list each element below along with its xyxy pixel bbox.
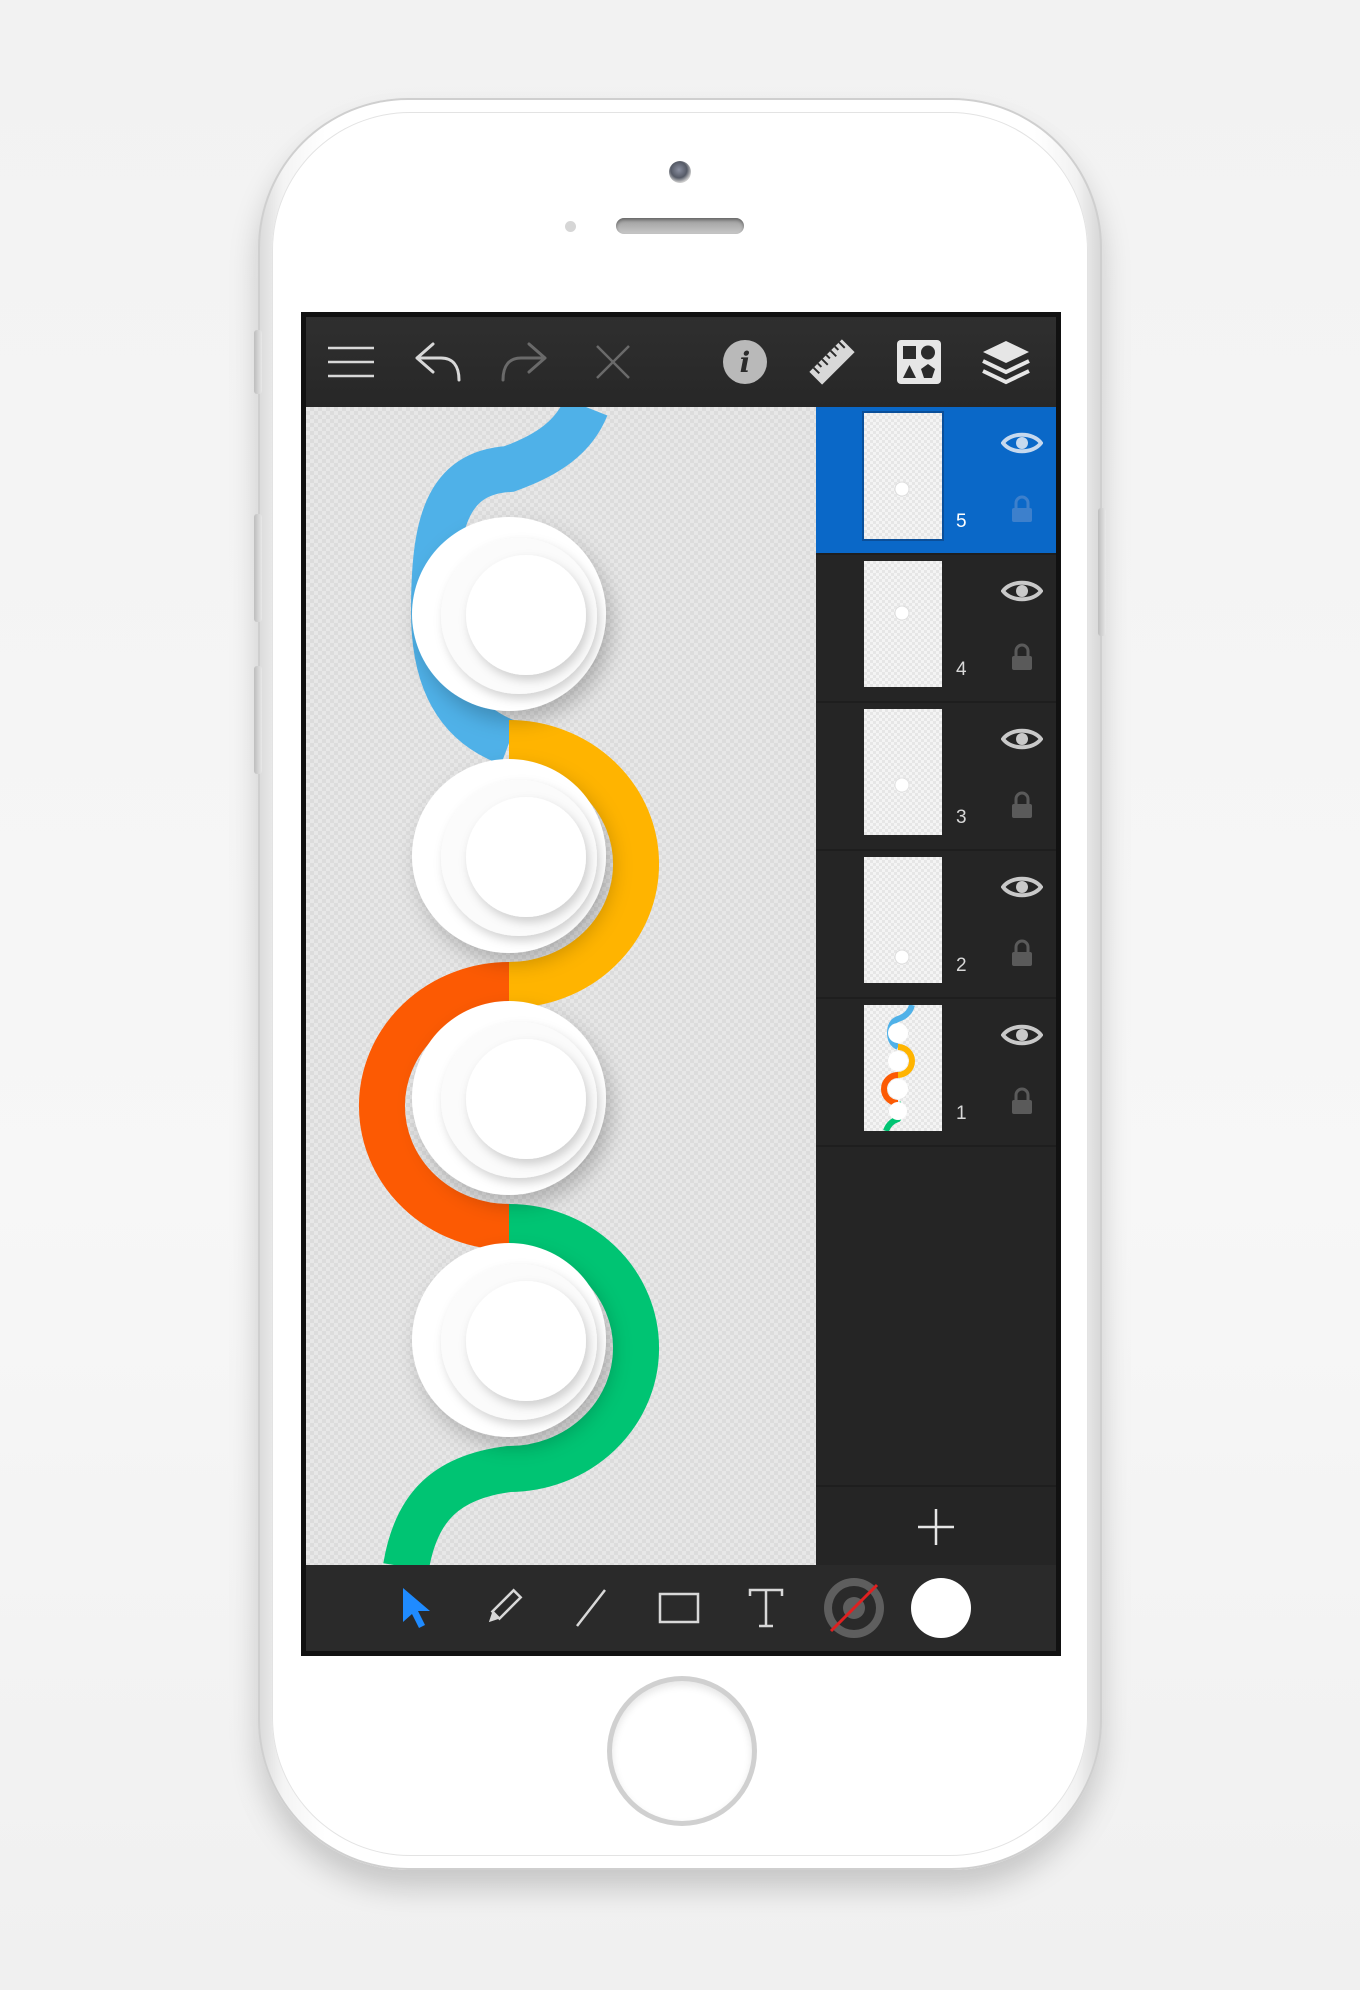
fill-color-icon[interactable]: [910, 1577, 972, 1639]
layer-row-2[interactable]: 2: [816, 851, 1056, 999]
visibility-eye-icon[interactable]: [1001, 1021, 1043, 1049]
circle-node-3: [412, 1001, 606, 1195]
home-button[interactable]: [612, 1681, 752, 1821]
mute-switch: [254, 330, 262, 394]
circle-node-1: [412, 517, 606, 711]
layer-thumbnail: [864, 857, 942, 983]
svg-text:i: i: [740, 346, 751, 379]
layer-number: 4: [956, 659, 967, 680]
layer-thumbnail: [864, 709, 942, 835]
text-T-icon[interactable]: [735, 1577, 797, 1639]
lock-icon[interactable]: [1010, 791, 1034, 819]
layer-thumbnail: [864, 561, 942, 687]
circle-node-4: [412, 1243, 606, 1437]
pencil-icon[interactable]: [472, 1577, 534, 1639]
visibility-eye-icon[interactable]: [1001, 577, 1043, 605]
drawing-canvas[interactable]: [306, 407, 816, 1565]
layer-thumbnail: [864, 413, 942, 539]
redo-arrow-icon[interactable]: [495, 333, 553, 391]
layer-number: 3: [956, 807, 967, 828]
hamburger-menu-icon[interactable]: [322, 333, 380, 391]
top-toolbar: i: [306, 317, 1056, 407]
select-arrow-icon[interactable]: [386, 1577, 448, 1639]
volume-up-button: [254, 514, 262, 622]
layers-panel: 5 4 3 2 1: [816, 407, 1056, 1565]
layer-row-1[interactable]: 1: [816, 999, 1056, 1147]
rectangle-icon[interactable]: [648, 1577, 710, 1639]
stroke-color-icon[interactable]: [823, 1577, 885, 1639]
undo-arrow-icon[interactable]: [409, 333, 467, 391]
power-button: [1098, 508, 1106, 636]
visibility-eye-icon[interactable]: [1001, 725, 1043, 753]
visibility-eye-icon[interactable]: [1001, 873, 1043, 901]
layers-stack-icon[interactable]: [977, 333, 1035, 391]
line-icon[interactable]: [560, 1577, 622, 1639]
info-icon[interactable]: i: [716, 333, 774, 391]
lock-icon[interactable]: [1010, 495, 1034, 523]
lock-icon[interactable]: [1010, 1087, 1034, 1115]
volume-down-button: [254, 666, 262, 774]
lock-icon[interactable]: [1010, 643, 1034, 671]
layer-thumbnail: [864, 1004, 942, 1133]
wave-infographic: [359, 407, 659, 1565]
layer-row-4[interactable]: 4: [816, 555, 1056, 703]
visibility-eye-icon[interactable]: [1001, 429, 1043, 457]
bottom-toolbar: [306, 1565, 1056, 1651]
layer-number: 5: [956, 511, 967, 532]
layer-row-5[interactable]: 5: [816, 407, 1056, 555]
plus-icon: [918, 1509, 954, 1545]
shapes-library-icon[interactable]: [890, 333, 948, 391]
app-screen: i 5 4 3 2 1: [301, 312, 1061, 1656]
lock-icon[interactable]: [1010, 939, 1034, 967]
add-layer-button[interactable]: [816, 1485, 1056, 1567]
layer-number: 1: [956, 1103, 967, 1124]
layer-row-3[interactable]: 3: [816, 703, 1056, 851]
front-camera: [669, 161, 691, 183]
earpiece-speaker: [616, 218, 744, 234]
ruler-icon[interactable]: [803, 333, 861, 391]
close-x-icon[interactable]: [584, 333, 642, 391]
layer-number: 2: [956, 955, 967, 976]
proximity-sensor: [565, 221, 576, 232]
circle-node-2: [412, 759, 606, 953]
